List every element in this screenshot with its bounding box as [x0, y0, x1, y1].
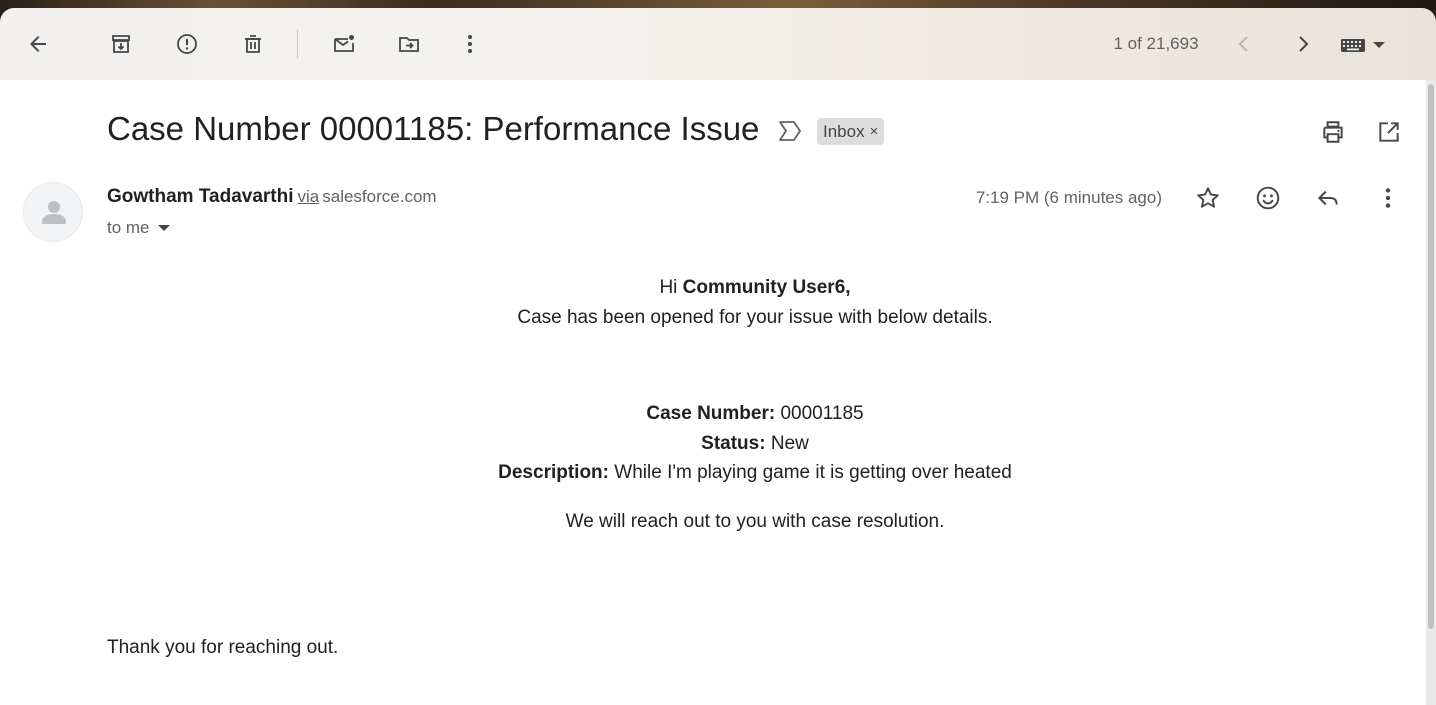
more-vert-icon — [468, 35, 472, 53]
remove-label-icon[interactable]: × — [870, 123, 879, 140]
star-icon — [1197, 187, 1219, 208]
recipient-text: to me — [107, 218, 150, 237]
older-button[interactable] — [1283, 24, 1323, 64]
back-button[interactable] — [18, 24, 58, 64]
closing-line: Thank you for reaching out. — [107, 637, 339, 658]
print-all-button[interactable] — [1316, 116, 1350, 148]
label-chip-text: Inbox — [823, 121, 865, 141]
archive-button[interactable] — [101, 24, 141, 64]
person-icon — [42, 201, 66, 224]
greeting-name: Community User6, — [682, 277, 851, 298]
case-number-label: Case Number: — [646, 403, 776, 424]
via-link[interactable]: via — [298, 187, 320, 206]
case-number-line: Case Number: 00001185 — [255, 403, 1255, 425]
toolbar-divider — [297, 30, 298, 58]
greeting-prefix: Hi — [659, 277, 683, 298]
move-to-button[interactable] — [389, 24, 429, 64]
description-line: Description: While I'm playing game it i… — [255, 462, 1255, 484]
input-tools-button[interactable] — [1340, 32, 1400, 58]
description-value: While I'm playing game it is getting ove… — [609, 462, 1012, 483]
more-vert-icon — [1385, 188, 1391, 208]
mark-unread-button[interactable] — [324, 24, 364, 64]
status-value: New — [765, 433, 809, 454]
sender-avatar[interactable] — [23, 182, 83, 242]
open-in-new-icon — [1379, 122, 1399, 142]
status-label: Status: — [701, 433, 766, 454]
chevron-right-icon — [1299, 36, 1309, 52]
sender-line: Gowtham Tadavarthi via salesforce.com — [107, 186, 437, 208]
report-spam-icon — [177, 34, 197, 54]
message-view: Case Number 00001185: Performance Issue … — [0, 80, 1426, 705]
sender-domain: salesforce.com — [322, 187, 437, 206]
newer-button[interactable] — [1224, 24, 1264, 64]
email-toolbar: 1 of 21,693 — [0, 8, 1436, 80]
case-number-value: 00001185 — [775, 403, 864, 424]
status-line: Status: New — [255, 433, 1255, 455]
open-new-window-button[interactable] — [1372, 116, 1406, 148]
star-button[interactable] — [1190, 180, 1226, 216]
delete-button[interactable] — [233, 24, 273, 64]
pager-count: 1 of 21,693 — [1113, 34, 1199, 53]
reply-icon — [1317, 190, 1338, 206]
print-icon — [1323, 121, 1343, 143]
delete-icon — [245, 35, 261, 53]
label-chip-inbox[interactable]: Inbox × — [817, 118, 885, 145]
report-spam-button[interactable] — [167, 24, 207, 64]
followup-line: We will reach out to you with case resol… — [565, 511, 945, 532]
back-arrow-icon — [30, 36, 46, 52]
keyboard-icon — [1341, 39, 1365, 52]
description-label: Description: — [498, 462, 609, 483]
archive-icon — [112, 35, 130, 53]
caret-down-icon — [157, 225, 170, 231]
recipient-details-toggle[interactable]: to me — [107, 218, 170, 238]
scrollbar-thumb[interactable] — [1428, 84, 1434, 629]
add-reaction-button[interactable] — [1250, 180, 1286, 216]
sender-name[interactable]: Gowtham Tadavarthi — [107, 186, 294, 207]
move-to-icon — [399, 37, 419, 52]
mark-unread-icon — [334, 35, 354, 52]
caret-down-icon — [1373, 42, 1385, 48]
intro-line: Case has been opened for your issue with… — [517, 307, 993, 328]
message-more-button[interactable] — [1370, 180, 1406, 216]
email-subject: Case Number 00001185: Performance Issue — [107, 110, 760, 147]
greeting-line: Hi Community User6, — [255, 277, 1255, 299]
email-timestamp: 7:19 PM (6 minutes ago) — [975, 188, 1162, 207]
more-options-button[interactable] — [450, 24, 490, 64]
importance-marker-icon[interactable] — [777, 120, 803, 142]
chevron-left-icon — [1238, 36, 1248, 52]
reply-button[interactable] — [1310, 180, 1346, 216]
emoji-icon — [1256, 186, 1280, 210]
